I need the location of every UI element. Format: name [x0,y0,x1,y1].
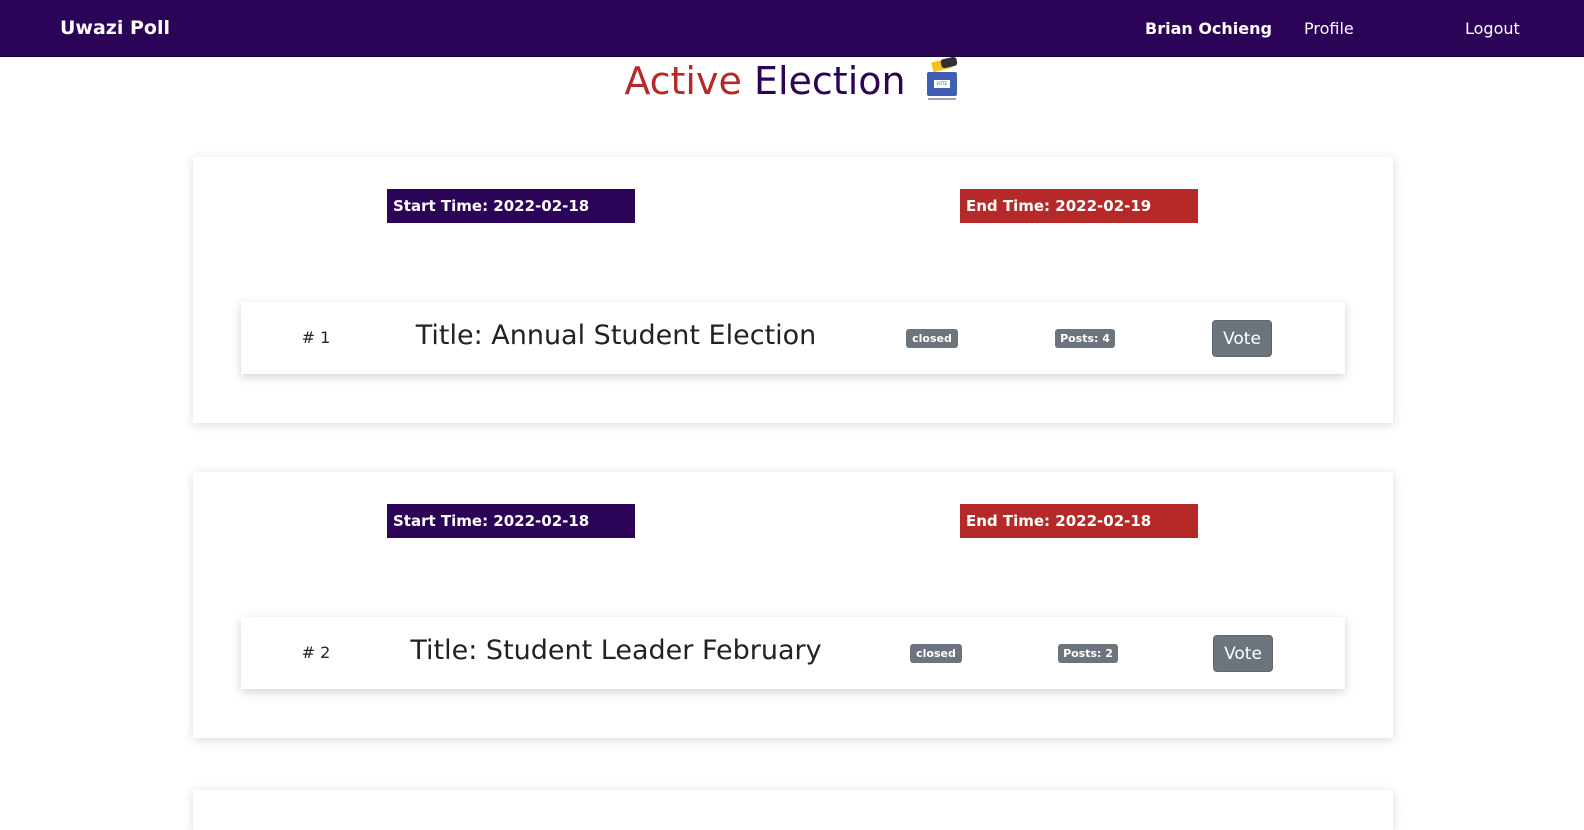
election-title: Title: Student Leader February [410,635,822,666]
election-card: Start Time: 2022-02-18 00:00:00 End Time… [193,157,1393,423]
page-title-active: Active [624,59,742,103]
posts-badge: Posts: 4 [1055,329,1115,348]
election-number: # 1 [301,328,331,347]
page-title-election: Election [753,59,906,103]
page-title: Active Election VOTE [0,56,1584,104]
vote-button[interactable]: Vote [1213,635,1273,672]
election-number: # 2 [301,643,331,662]
end-time-badge: End Time: 2022-02-18 23:59:00 [960,504,1198,564]
start-time-badge: Start Time: 2022-02-18 08:20:00 [387,504,635,564]
user-name: Brian Ochieng [1145,19,1272,38]
election-row: # 1 Title: Annual Student Election close… [241,302,1345,374]
posts-badge: Posts: 2 [1058,644,1118,663]
election-card [193,790,1393,830]
status-badge: closed [906,329,958,348]
election-title: Title: Annual Student Election [415,320,817,351]
logout-link[interactable]: Logout [1465,19,1520,38]
vote-button[interactable]: Vote [1212,320,1272,357]
start-time-badge: Start Time: 2022-02-18 00:00:00 [387,189,635,249]
election-row: # 2 Title: Student Leader February close… [241,617,1345,689]
navbar: Uwazi Poll Brian Ochieng Profile Logout [0,0,1584,57]
end-time-badge: End Time: 2022-02-19 23:59:00 [960,189,1198,249]
brand-logo[interactable]: Uwazi Poll [60,17,170,39]
ballot-box-icon: VOTE [924,56,960,102]
election-card: Start Time: 2022-02-18 08:20:00 End Time… [193,472,1393,738]
status-badge: closed [910,644,962,663]
profile-link[interactable]: Profile [1304,19,1354,38]
